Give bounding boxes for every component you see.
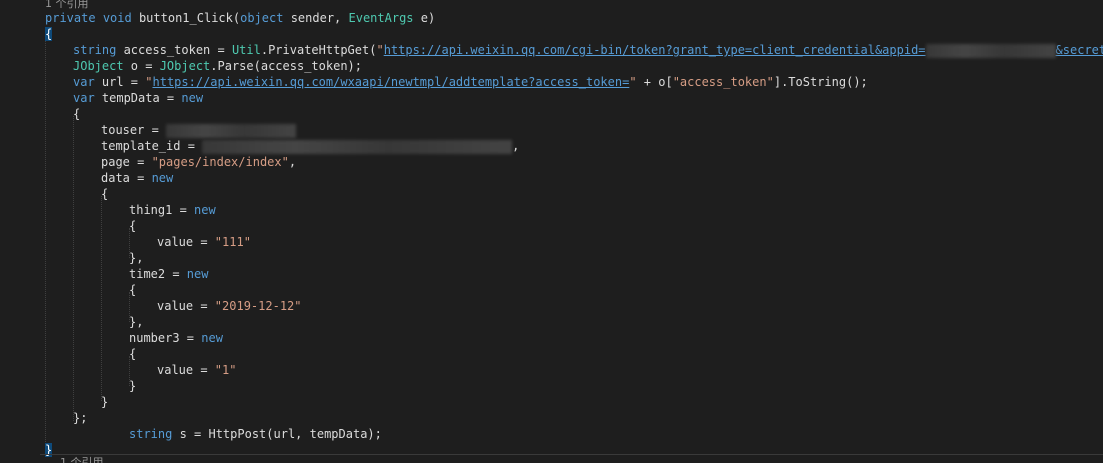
method-name: button1_Click( <box>138 11 241 25</box>
brace-highlight: { <box>45 27 53 41</box>
keyword: new <box>151 171 174 185</box>
indent-guide <box>101 196 102 401</box>
editor-gutter <box>0 0 40 462</box>
redacted-touser <box>166 123 297 138</box>
code-text: tempData = <box>94 91 182 105</box>
code-line-brace: { <box>129 283 137 297</box>
code-text: .Parse(access_token); <box>210 59 362 73</box>
code-line-brace: }, <box>129 315 144 329</box>
code-text: ].ToString(); <box>773 75 868 89</box>
string-literal: "1" <box>214 363 237 377</box>
keyword: private <box>45 11 96 25</box>
code-line-access-token: string access_token = Util.PrivateHttpGe… <box>73 42 1103 58</box>
code-text: e) <box>413 11 436 25</box>
code-line-value: value = "2019-12-12" <box>157 298 302 314</box>
code-text: thing1 = <box>129 203 195 217</box>
keyword: new <box>186 267 209 281</box>
code-line-template-id: template_id = , <box>101 138 519 154</box>
keyword: string <box>129 427 173 441</box>
code-text: time2 = <box>129 267 187 281</box>
string-literal: "pages/index/index" <box>151 155 289 169</box>
type-name: EventArgs <box>348 11 414 25</box>
keyword: new <box>194 203 216 217</box>
code-editor[interactable]: 1 个引用 private void button1_Click(object … <box>0 0 1103 463</box>
code-line-jobject: JObject o = JObject.Parse(access_token); <box>73 58 362 74</box>
code-text: value = <box>157 363 215 377</box>
code-text: , <box>288 155 297 169</box>
code-text: number3 = <box>129 331 202 345</box>
code-line-touser: touser = <box>101 122 297 138</box>
url-link[interactable]: https://api.weixin.qq.com/wxaapi/newtmpl… <box>153 75 630 89</box>
keyword: new <box>201 331 223 345</box>
code-line-brace: { <box>129 219 137 233</box>
open-brace: { <box>45 26 53 42</box>
code-line-httppost: string s = HttpPost(url, tempData); <box>129 426 382 442</box>
code-line-brace: }, <box>129 251 144 265</box>
code-text: access_token = <box>116 43 232 57</box>
code-text: url = <box>94 75 146 89</box>
code-text: value = <box>157 299 215 313</box>
keyword: new <box>181 91 204 105</box>
code-text: , <box>512 139 520 153</box>
keyword: var <box>73 75 95 89</box>
code-line-value: value = "1" <box>157 362 236 378</box>
code-text: page = <box>101 155 152 169</box>
string-literal: " <box>376 43 384 57</box>
code-line-tempdata: var tempData = new <box>73 90 203 106</box>
code-text: .PrivateHttpGet( <box>260 43 377 57</box>
code-line-number3: number3 = new <box>129 330 223 346</box>
code-line-brace: }; <box>73 411 88 425</box>
code-text: o = <box>123 59 160 73</box>
url-link[interactable]: https://api.weixin.qq.com/cgi-bin/token?… <box>384 43 926 57</box>
indent-guide <box>45 36 46 456</box>
code-text: value = <box>157 235 215 249</box>
string-literal: "2019-12-12" <box>214 299 302 313</box>
string-literal: " <box>629 75 637 89</box>
code-line-brace: { <box>101 187 109 201</box>
editor-separator <box>40 454 1103 455</box>
code-text: sender, <box>283 11 349 25</box>
code-line-page: page = "pages/index/index", <box>101 154 296 170</box>
code-text: data = <box>101 171 152 185</box>
code-line-time2: time2 = new <box>129 266 208 282</box>
code-line-url: var url = "https://api.weixin.qq.com/wxa… <box>73 74 868 90</box>
code-text: s = HttpPost(url, tempData); <box>172 427 382 441</box>
keyword: string <box>73 43 117 57</box>
redacted-appid <box>925 43 1056 58</box>
code-text: touser = <box>101 123 167 137</box>
keyword: var <box>73 91 95 105</box>
code-line-value: value = "111" <box>157 234 251 250</box>
code-line-brace: { <box>73 107 81 121</box>
indent-guide <box>73 116 74 421</box>
string-literal: "access_token" <box>672 75 774 89</box>
type-name: Util <box>231 43 261 57</box>
type-name: JObject <box>159 59 211 73</box>
redacted-template-id <box>202 139 513 154</box>
keyword: object <box>240 11 284 25</box>
type-name: JObject <box>73 59 124 73</box>
code-text: + o[ <box>636 75 673 89</box>
keyword: void <box>102 11 132 25</box>
method-signature: private void button1_Click(object sender… <box>45 10 435 26</box>
code-line-brace: } <box>129 379 137 393</box>
code-text: template_id = <box>101 139 203 153</box>
close-brace: } <box>45 442 53 458</box>
string-literal: " <box>145 75 153 89</box>
code-line-thing1: thing1 = new <box>129 202 216 218</box>
url-link[interactable]: &secret=3d8 <box>1056 43 1103 57</box>
string-literal: "111" <box>214 235 251 249</box>
code-line-data: data = new <box>101 170 173 186</box>
code-line-brace: } <box>101 395 109 409</box>
code-line-brace: { <box>129 347 137 361</box>
